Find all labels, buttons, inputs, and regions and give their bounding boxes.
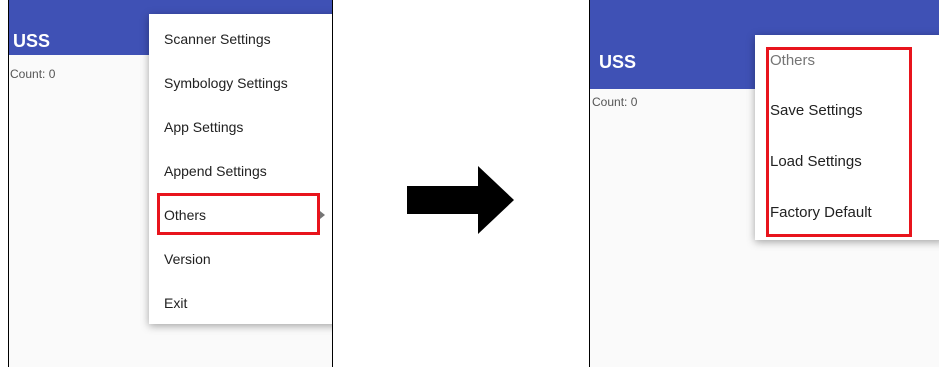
menu-item-app-settings[interactable]: App Settings (149, 107, 332, 147)
submenu-arrow-icon (320, 211, 325, 219)
menu-item-symbology-settings[interactable]: Symbology Settings (149, 63, 332, 103)
left-screen: USS Count: 0 Scanner Settings Symbology … (8, 0, 333, 367)
menu-item-version[interactable]: Version (149, 239, 332, 279)
highlight-box-submenu (766, 47, 912, 237)
app-title: USS (599, 52, 637, 72)
app-title: USS (13, 31, 51, 51)
menu-item-exit[interactable]: Exit (149, 283, 332, 323)
menu-item-label: Scanner Settings (164, 31, 271, 47)
highlight-box-others (157, 193, 320, 235)
arrow-shaft (407, 186, 479, 214)
menu-item-label: Append Settings (164, 163, 267, 179)
overflow-menu: Scanner Settings Symbology Settings App … (149, 14, 332, 324)
menu-item-label: Version (164, 251, 211, 267)
menu-item-label: App Settings (164, 119, 244, 135)
arrow-head (478, 166, 514, 234)
menu-item-label: Exit (164, 295, 188, 311)
menu-item-scanner-settings[interactable]: Scanner Settings (149, 19, 332, 59)
menu-item-label: Symbology Settings (164, 75, 288, 91)
count-label: Count: 0 (10, 67, 56, 81)
menu-item-append-settings[interactable]: Append Settings (149, 151, 332, 191)
count-label: Count: 0 (592, 95, 638, 109)
